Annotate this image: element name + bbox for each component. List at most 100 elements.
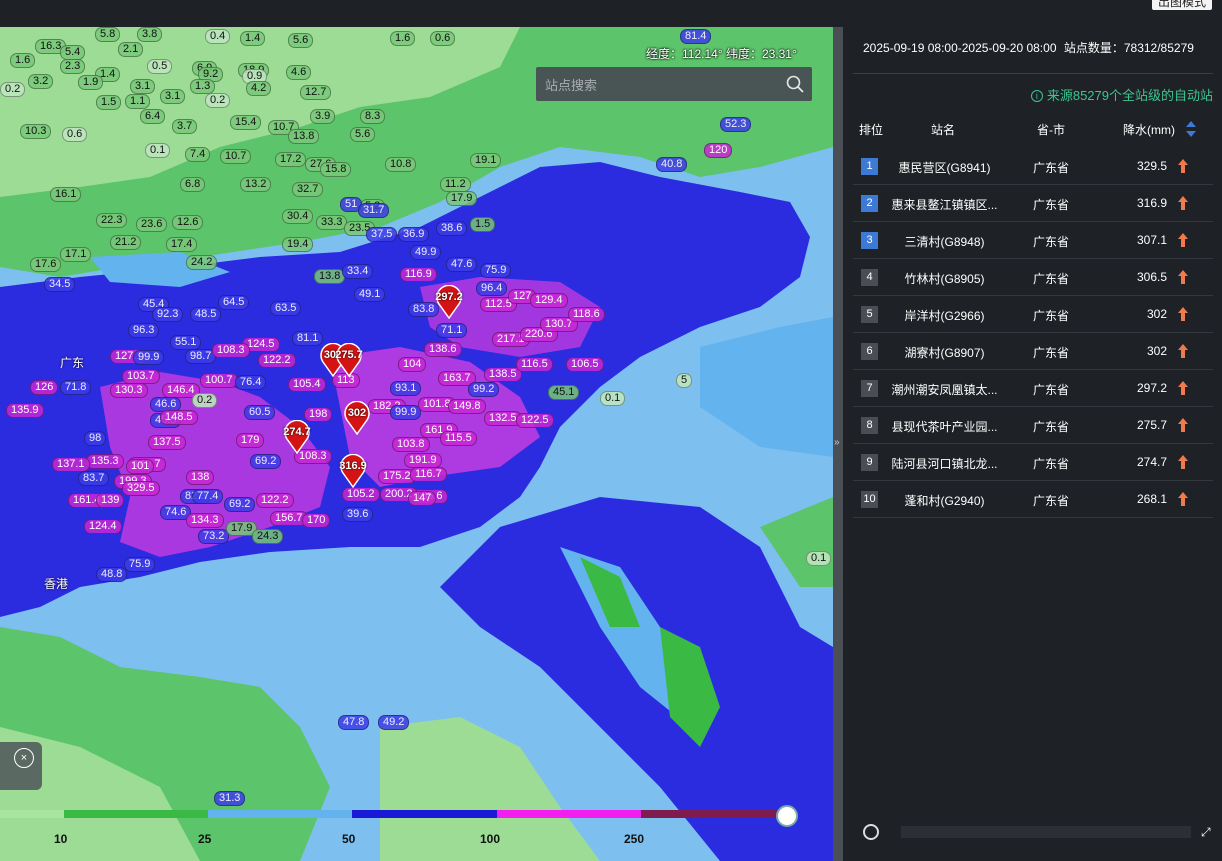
- rain-label[interactable]: 32.7: [292, 182, 324, 197]
- rain-label[interactable]: 23.6: [136, 217, 168, 232]
- map-mode-button[interactable]: 出图模式: [1151, 0, 1212, 10]
- rain-label[interactable]: 138: [186, 470, 215, 485]
- rain-label[interactable]: 83.7: [78, 471, 110, 486]
- rain-label[interactable]: 5.6: [350, 127, 376, 142]
- rain-label[interactable]: 108.3: [212, 343, 250, 358]
- station-name[interactable]: 潮州潮安凤凰镇太...: [887, 381, 1002, 398]
- rain-label[interactable]: 124.4: [84, 519, 122, 534]
- rain-label[interactable]: 64.5: [218, 295, 250, 310]
- rain-label[interactable]: 19.1: [470, 153, 502, 168]
- sort-icon[interactable]: [1185, 120, 1197, 138]
- rain-label[interactable]: 1.1: [125, 94, 151, 109]
- rain-label[interactable]: 103.8: [392, 437, 430, 452]
- rain-label[interactable]: 0.6: [430, 31, 456, 46]
- rain-label[interactable]: 0.1: [806, 551, 832, 566]
- rain-label[interactable]: 63.5: [270, 301, 302, 316]
- rain-label[interactable]: 8.3: [360, 109, 386, 124]
- legend-slider-handle[interactable]: [776, 805, 798, 827]
- station-search[interactable]: [536, 67, 812, 103]
- rain-label[interactable]: 329.5: [122, 481, 160, 496]
- collapse-arrow-icon[interactable]: »: [834, 437, 840, 448]
- rain-label[interactable]: 139: [96, 493, 125, 508]
- rain-label[interactable]: 7.4: [185, 147, 211, 162]
- rain-label[interactable]: 49.9: [410, 245, 442, 260]
- rain-label[interactable]: 24.3: [252, 529, 284, 544]
- rain-label[interactable]: 101: [126, 459, 155, 474]
- rain-label[interactable]: 69.2: [250, 454, 282, 469]
- rain-label[interactable]: 135.3: [86, 454, 124, 469]
- rain-label[interactable]: 73.2: [198, 529, 230, 544]
- rain-label[interactable]: 99.9: [133, 350, 165, 365]
- rain-label[interactable]: 31.3: [214, 791, 246, 806]
- rain-label[interactable]: 137.1: [52, 457, 90, 472]
- rain-label[interactable]: 126: [30, 380, 59, 395]
- rain-label[interactable]: 52.3: [720, 117, 752, 132]
- rain-label[interactable]: 120: [704, 143, 733, 158]
- rain-label[interactable]: 17.2: [275, 152, 307, 167]
- rain-label[interactable]: 116.9: [400, 267, 437, 282]
- rain-label[interactable]: 81.4: [680, 29, 712, 44]
- rain-label[interactable]: 148.5: [160, 410, 198, 425]
- rain-label[interactable]: 0.5: [147, 59, 173, 74]
- rain-label[interactable]: 76.4: [235, 375, 267, 390]
- rain-label[interactable]: 3.1: [160, 89, 186, 104]
- rainfall-map[interactable]: 经度：112.14° 纬度：23.31° 5.8 3.8 0.4 1.4 5.6 1.6 0…: [0, 27, 833, 861]
- rain-label[interactable]: 99.2: [468, 382, 500, 397]
- rain-label[interactable]: 49.2: [378, 715, 410, 730]
- rain-label[interactable]: 16.1: [50, 187, 82, 202]
- rain-label[interactable]: 5.6: [288, 33, 314, 48]
- rain-label[interactable]: 98: [84, 431, 107, 446]
- rain-label[interactable]: 0.6: [62, 127, 88, 142]
- rain-label[interactable]: 38.6: [436, 221, 468, 236]
- rain-label[interactable]: 71.1: [436, 323, 468, 338]
- rain-label[interactable]: 36.9: [398, 227, 430, 242]
- rain-label[interactable]: 93.1: [390, 381, 422, 396]
- rain-label[interactable]: 47.6: [446, 257, 478, 272]
- rain-label[interactable]: 137.5: [148, 435, 186, 450]
- rain-label[interactable]: 22.3: [96, 213, 128, 228]
- rain-label[interactable]: 17.4: [166, 237, 198, 252]
- rain-label[interactable]: 10.8: [385, 157, 417, 172]
- station-pin[interactable]: 275.7: [335, 343, 363, 377]
- station-name[interactable]: 蓬和村(G2940): [887, 492, 1002, 509]
- rain-label[interactable]: 5.8: [95, 27, 121, 42]
- ranking-row[interactable]: 9 陆河县河口镇北龙... 广东省 274.7: [853, 444, 1213, 481]
- rain-label[interactable]: 71.8: [60, 380, 92, 395]
- rain-label[interactable]: 55.1: [170, 335, 202, 350]
- station-name[interactable]: 惠民营区(G8941): [887, 159, 1002, 176]
- rain-label[interactable]: 118.6: [568, 307, 605, 322]
- rain-label[interactable]: 1.6: [390, 31, 416, 46]
- rain-label[interactable]: 100.7: [200, 373, 238, 388]
- rain-label[interactable]: 48.8: [96, 567, 128, 582]
- rain-label[interactable]: 1.5: [470, 217, 496, 232]
- rain-label[interactable]: 122.2: [256, 493, 294, 508]
- rain-label[interactable]: 60.5: [244, 405, 276, 420]
- rain-label[interactable]: 96.4: [476, 281, 508, 296]
- rain-label[interactable]: 130.3: [110, 383, 148, 398]
- rain-label[interactable]: 122.5: [516, 413, 554, 428]
- rain-label[interactable]: 147: [408, 491, 437, 506]
- rain-label[interactable]: 3.9: [310, 109, 336, 124]
- station-pin[interactable]: 274.7: [283, 420, 311, 454]
- panel-divider[interactable]: »: [833, 27, 843, 861]
- rain-label[interactable]: 0.4: [205, 29, 231, 44]
- rain-label[interactable]: 10.7: [220, 149, 252, 164]
- rain-label[interactable]: 3.1: [130, 79, 156, 94]
- rain-label[interactable]: 12.6: [172, 215, 204, 230]
- rain-label[interactable]: 99.9: [390, 405, 422, 420]
- rain-label[interactable]: 6.8: [180, 177, 206, 192]
- station-pin[interactable]: 297.2: [435, 285, 463, 319]
- rain-label[interactable]: 0.2: [205, 93, 231, 108]
- station-name[interactable]: 湖寮村(G8907): [887, 344, 1002, 361]
- station-name[interactable]: 县现代茶叶产业园...: [887, 418, 1002, 435]
- rain-label[interactable]: 191.9: [404, 453, 442, 468]
- rain-label[interactable]: 15.4: [230, 115, 262, 130]
- rain-label[interactable]: 81.1: [292, 331, 324, 346]
- rain-label[interactable]: 0.1: [145, 143, 171, 158]
- rain-label[interactable]: 129.4: [530, 293, 568, 308]
- rain-label[interactable]: 116.7: [410, 467, 447, 482]
- rain-label[interactable]: 30.4: [282, 209, 314, 224]
- rain-label[interactable]: 170: [302, 513, 331, 528]
- rain-label[interactable]: 138.5: [484, 367, 522, 382]
- rain-label[interactable]: 1.9: [78, 75, 104, 90]
